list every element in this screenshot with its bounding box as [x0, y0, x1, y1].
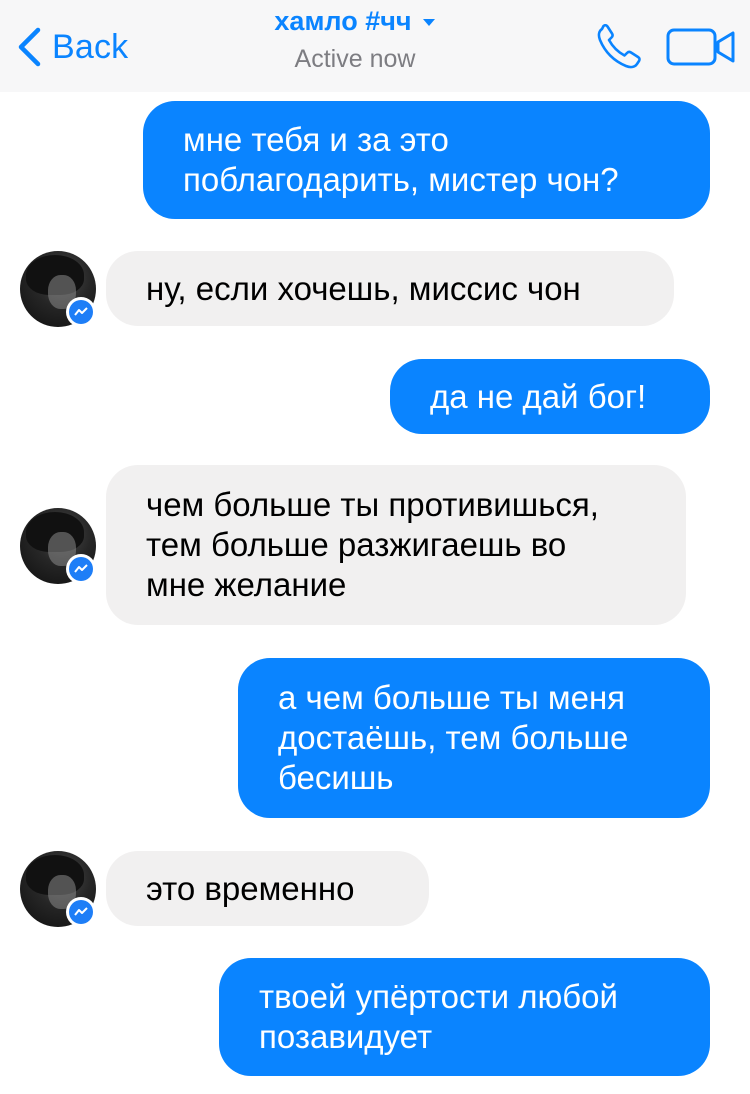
- message-bubble-received[interactable]: это временно: [106, 851, 429, 926]
- message-bubble-sent[interactable]: а чем больше ты меня достаёшь, тем больш…: [238, 658, 710, 818]
- messenger-badge-icon: [66, 297, 96, 327]
- phone-icon[interactable]: [594, 24, 642, 70]
- message-text: чем больше ты противишься, тем больше ра…: [146, 486, 599, 603]
- caret-down-icon: [422, 18, 435, 26]
- messenger-badge-icon: [66, 897, 96, 927]
- message-text: ну, если хочешь, миссис чон: [146, 269, 581, 307]
- messenger-badge-icon: [66, 554, 96, 584]
- message-bubble-received[interactable]: чем больше ты противишься, тем больше ра…: [106, 465, 686, 625]
- contact-avatar[interactable]: [20, 251, 96, 327]
- chevron-left-icon: [18, 27, 41, 67]
- message-bubble-received[interactable]: ну, если хочешь, миссис чон: [106, 251, 674, 326]
- message-text: а чем больше ты меня достаёшь, тем больш…: [278, 679, 629, 796]
- message-text: это временно: [146, 869, 355, 907]
- back-button[interactable]: Back: [16, 26, 128, 68]
- contact-avatar[interactable]: [20, 508, 96, 584]
- active-status: Active now: [294, 45, 416, 73]
- message-bubble-sent[interactable]: твоей упёртости любой позавидует: [219, 958, 710, 1076]
- message-bubble-sent[interactable]: да не дай бог!: [390, 359, 710, 434]
- conversation-title: хамло #чч: [274, 6, 412, 36]
- message-text: мне тебя и за это поблагодарить, мистер …: [183, 121, 619, 198]
- message-bubble-sent[interactable]: мне тебя и за это поблагодарить, мистер …: [143, 101, 710, 219]
- back-label: Back: [52, 27, 129, 66]
- conversation-title-block[interactable]: хамло #чч Active now: [235, 6, 475, 74]
- chat-header: Back хамло #чч Active now: [0, 0, 750, 92]
- video-camera-icon[interactable]: [666, 27, 736, 67]
- contact-avatar[interactable]: [20, 851, 96, 927]
- message-text: да не дай бог!: [430, 377, 647, 415]
- message-text: твоей упёртости любой позавидует: [259, 978, 618, 1055]
